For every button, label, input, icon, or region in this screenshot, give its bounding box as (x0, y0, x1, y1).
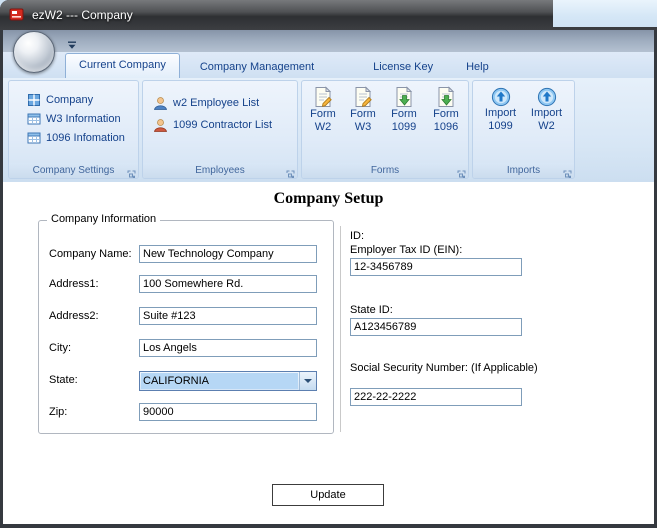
state-id-label: State ID: (350, 304, 393, 316)
tab-bar: Current Company Company Management Licen… (3, 52, 654, 78)
import-w2-button[interactable]: Import W2 (524, 86, 570, 133)
button-label: W2 (314, 121, 332, 133)
address1-input[interactable] (139, 275, 317, 293)
ribbon-item-1096-information[interactable]: 1096 Infomation (27, 128, 136, 147)
button-label: Import (484, 107, 517, 119)
dialog-launcher-icon[interactable] (286, 166, 295, 178)
group-company-settings: Company W3 Information 1096 Infomation C… (8, 80, 139, 179)
import-1099-button[interactable]: Import 1099 (478, 86, 524, 133)
city-input[interactable] (139, 339, 317, 357)
button-label: Form (433, 108, 459, 120)
button-label: Form (350, 108, 376, 120)
quick-access-toolbar (3, 30, 654, 52)
form-w2-button[interactable]: Form W2 (303, 86, 343, 134)
group-caption: Forms (302, 163, 468, 178)
state-combobox-value: CALIFORNIA (141, 373, 298, 389)
groupbox-legend: Company Information (47, 213, 161, 225)
main-area: Company Setup Company Information Compan… (3, 182, 654, 524)
form-1099-button[interactable]: Form 1099 (383, 86, 425, 134)
zip-input[interactable] (139, 403, 317, 421)
tab-license-key[interactable]: License Key (360, 56, 446, 78)
employee-person-icon (153, 96, 168, 111)
group-employees: w2 Employee List 1099 Contractor List Em… (142, 80, 298, 179)
ribbon-item-1099-contractor-list[interactable]: 1099 Contractor List (153, 114, 295, 136)
group-caption: Imports (473, 163, 574, 178)
ribbon-item-label: 1099 Contractor List (173, 119, 273, 131)
ssn-input[interactable] (350, 388, 522, 406)
company-name-input[interactable] (139, 245, 317, 263)
window-frame: ezW2 --- Company Current Company Company… (0, 0, 657, 528)
tab-current-company[interactable]: Current Company (65, 53, 180, 78)
button-label: Form (391, 108, 417, 120)
button-label: 1099 (391, 121, 417, 133)
form-edit-icon (352, 86, 374, 108)
state-label: State: (49, 374, 78, 386)
table-icon (27, 131, 41, 145)
state-combobox[interactable]: CALIFORNIA (139, 371, 317, 391)
button-label: 1099 (488, 120, 513, 132)
ribbon-item-label: Company (46, 93, 94, 106)
import-icon (491, 87, 511, 107)
form-export-icon (435, 86, 457, 108)
group-caption: Employees (143, 163, 297, 178)
combobox-dropdown-button[interactable] (299, 372, 316, 390)
form-export-icon (393, 86, 415, 108)
contractor-person-icon (153, 118, 168, 133)
state-id-input[interactable] (350, 318, 522, 336)
app-logo-icon (9, 7, 25, 23)
ribbon: Company W3 Information 1096 Infomation C… (3, 78, 654, 182)
company-name-label: Company Name: (49, 248, 132, 260)
import-icon (537, 87, 557, 107)
button-label: W3 (354, 121, 372, 133)
form-1096-button[interactable]: Form 1096 (425, 86, 467, 134)
application-menu-orb[interactable] (13, 31, 55, 73)
dialog-launcher-icon[interactable] (563, 166, 572, 178)
page-title: Company Setup (273, 190, 384, 207)
dialog-launcher-icon[interactable] (457, 166, 466, 178)
chevron-down-icon (304, 379, 312, 383)
form-edit-icon (312, 86, 334, 108)
app-window: ezW2 --- Company Current Company Company… (0, 0, 657, 528)
desktop-background (553, 0, 657, 27)
tab-help[interactable]: Help (453, 56, 502, 78)
group-imports: Import 1099 Import W2 Imports (472, 80, 575, 179)
address2-input[interactable] (139, 307, 317, 325)
ribbon-item-w3-information[interactable]: W3 Information (27, 109, 136, 128)
ein-label: Employer Tax ID (EIN): (350, 244, 463, 256)
id-section-title: ID: (350, 230, 365, 242)
city-label: City: (49, 342, 71, 354)
id-panel: ID: Employer Tax ID (EIN): State ID: Soc… (340, 226, 654, 432)
tab-company-management[interactable]: Company Management (187, 56, 327, 78)
address2-label: Address2: (49, 310, 99, 322)
form-w3-button[interactable]: Form W3 (343, 86, 383, 134)
ribbon-item-label: w2 Employee List (173, 97, 260, 109)
address1-label: Address1: (49, 278, 99, 290)
company-icon (27, 93, 41, 107)
group-forms: Form W2 Form W3 Form 1099 Form 1096 Form… (301, 80, 469, 179)
button-label: W2 (538, 120, 555, 132)
ein-input[interactable] (350, 258, 522, 276)
company-information-groupbox: Company Information Company Name: Addres… (38, 213, 334, 434)
group-caption: Company Settings (9, 163, 138, 178)
button-label: 1096 (433, 121, 459, 133)
update-button[interactable]: Update (272, 484, 384, 506)
ribbon-item-label: W3 Information (46, 112, 121, 125)
button-label: Import (530, 107, 563, 119)
ribbon-item-w2-employee-list[interactable]: w2 Employee List (153, 92, 295, 114)
ribbon-item-label: 1096 Infomation (46, 131, 125, 144)
dialog-launcher-icon[interactable] (127, 166, 136, 178)
window-title: ezW2 --- Company (32, 8, 133, 22)
table-icon (27, 112, 41, 126)
ribbon-item-company[interactable]: Company (27, 90, 136, 109)
qat-customize-icon[interactable] (67, 37, 77, 49)
button-label: Form (310, 108, 336, 120)
ssn-label: Social Security Number: (If Applicable) (350, 362, 538, 374)
zip-label: Zip: (49, 406, 68, 418)
